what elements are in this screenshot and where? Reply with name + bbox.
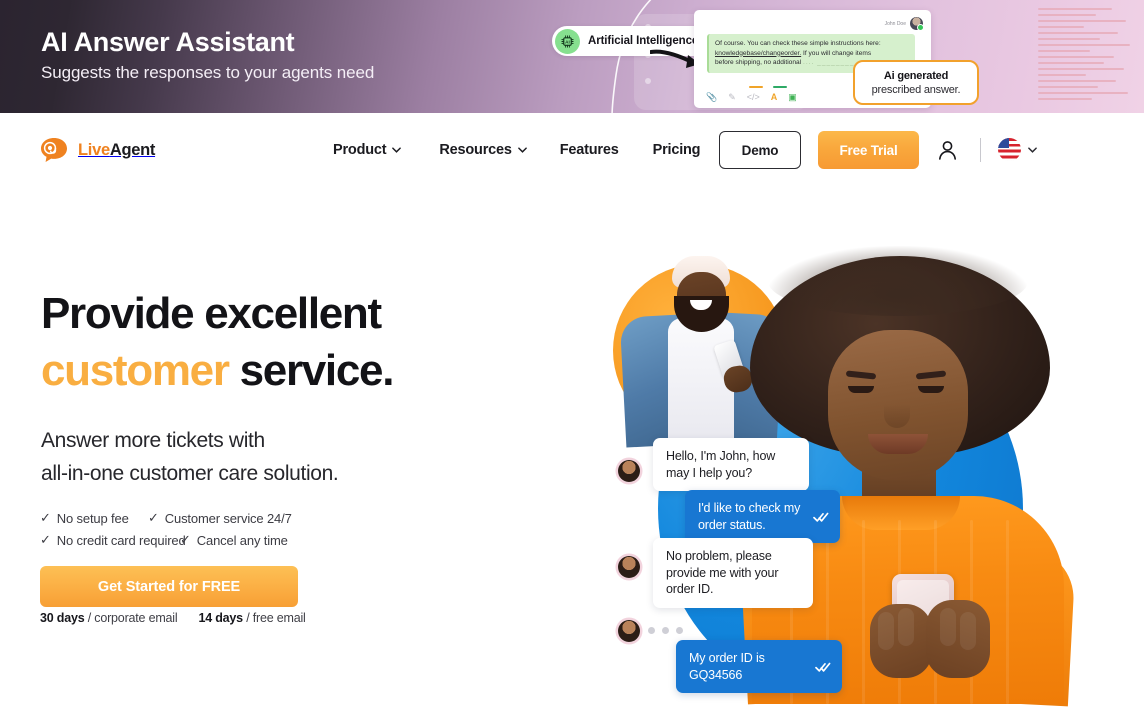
chat-mock-line-3-text: before shipping, no additional bbox=[715, 59, 802, 67]
nav-divider bbox=[980, 138, 981, 162]
nav-item-pricing[interactable]: Pricing bbox=[653, 142, 701, 158]
chat-bubble-agent: Hello, I'm John, how may I help you? bbox=[653, 438, 809, 491]
trial-note-a: 30 days / corporate email bbox=[40, 611, 178, 625]
promo-text-block: AI Answer Assistant Suggests the respons… bbox=[41, 26, 374, 85]
hero-illustration: Hello, I'm John, how may I help you? I'd… bbox=[600, 246, 1080, 707]
check-icon: ✓ bbox=[180, 532, 191, 547]
logo-live-text: Live bbox=[78, 140, 110, 159]
language-selector[interactable] bbox=[998, 138, 1037, 161]
perk-item: ✓ No credit card required bbox=[40, 532, 186, 548]
landing-page: AI Answer Assistant Suggests the respons… bbox=[0, 0, 1144, 715]
chevron-down-icon bbox=[1028, 146, 1037, 153]
chevron-down-icon bbox=[517, 147, 527, 153]
read-receipt-icon bbox=[815, 662, 831, 672]
ai-tooltip-subtitle: prescribed answer. bbox=[871, 83, 961, 96]
heading-accent-word: customer bbox=[41, 346, 230, 395]
trial-text-free: / free email bbox=[246, 611, 306, 625]
perks-row: ✓ No credit card required ✓ Cancel any t… bbox=[40, 529, 292, 551]
text-format-icon[interactable]: A bbox=[771, 92, 778, 102]
svg-text:AI: AI bbox=[565, 39, 570, 44]
nav-label-product: Product bbox=[333, 142, 387, 158]
user-icon[interactable] bbox=[938, 140, 957, 160]
perk-label: No credit card required bbox=[56, 532, 186, 548]
perk-item: ✓ Customer service 24/7 bbox=[148, 510, 292, 526]
ai-generated-tooltip: Ai generated prescribed answer. bbox=[853, 60, 979, 105]
lede-line-1: Answer more tickets with bbox=[41, 429, 265, 452]
free-trial-button[interactable]: Free Trial bbox=[818, 131, 919, 169]
perks-list: ✓ No setup fee ✓ Customer service 24/7 ✓… bbox=[40, 507, 292, 551]
chat-mock-line-2: knowledgebase/changeorder. If you will c… bbox=[715, 49, 909, 59]
nav-label-features: Features bbox=[559, 142, 619, 158]
chat-mock-avatar bbox=[910, 17, 924, 31]
promo-banner[interactable]: AI Answer Assistant Suggests the respons… bbox=[0, 0, 1144, 113]
perk-item: ✓ No setup fee bbox=[40, 510, 148, 526]
page-title: Provide excellent customer service. bbox=[41, 285, 561, 399]
agent-avatar bbox=[618, 620, 640, 642]
ai-badge-label: Artificial Intelligence bbox=[588, 35, 699, 47]
check-icon: ✓ bbox=[148, 510, 159, 525]
chat-mock-line-2-rest: If you will change items bbox=[803, 49, 872, 57]
chat-bubble-customer: My order ID is GQ34566 bbox=[676, 640, 842, 693]
chat-mock-author: John Doe bbox=[884, 17, 924, 31]
code-icon[interactable]: </> bbox=[747, 92, 760, 102]
demo-button[interactable]: Demo bbox=[719, 131, 801, 169]
ai-icon[interactable]: ▣ bbox=[788, 92, 797, 102]
heading-line-2-rest: service. bbox=[228, 346, 395, 395]
us-flag-icon bbox=[998, 138, 1021, 161]
chat-bubble-agent: No problem, please provide me with your … bbox=[653, 538, 813, 608]
trial-note-b: 14 days / free email bbox=[198, 611, 305, 625]
pencil-icon[interactable]: ✎ bbox=[728, 92, 736, 102]
chat-mock-link[interactable]: knowledgebase/changeorder. bbox=[715, 50, 801, 57]
perk-label: Customer service 24/7 bbox=[164, 510, 292, 526]
liveagent-logo[interactable]: LiveAgent bbox=[40, 137, 155, 163]
perks-row: ✓ No setup fee ✓ Customer service 24/7 bbox=[40, 507, 292, 529]
nav-item-product[interactable]: Product bbox=[333, 142, 402, 158]
agent-avatar bbox=[618, 556, 640, 578]
chat-mock-line-1: Of course. You can check these simple in… bbox=[715, 40, 881, 47]
trial-note: 30 days / corporate email 14 days / free… bbox=[40, 611, 306, 625]
chat-bubble-customer: I'd like to check my order status. bbox=[685, 490, 840, 543]
get-started-button[interactable]: Get Started for FREE bbox=[40, 566, 298, 607]
read-receipt-icon bbox=[813, 512, 829, 522]
hero-lede: Answer more tickets with all-in-one cust… bbox=[41, 424, 521, 490]
perk-item: ✓ Cancel any time bbox=[180, 532, 288, 548]
nav-links: Product Resources Features Pricing bbox=[333, 137, 701, 163]
promo-subtitle: Suggests the responses to your agents ne… bbox=[41, 63, 375, 82]
nav-label-pricing: Pricing bbox=[652, 142, 701, 158]
agent-avatar bbox=[618, 460, 640, 482]
ai-chip-icon: AI bbox=[555, 28, 580, 54]
chat-message-text: My order ID is GQ34566 bbox=[689, 651, 765, 682]
at-speech-bubble-icon bbox=[40, 137, 70, 163]
perk-label: No setup fee bbox=[56, 510, 129, 526]
chat-mock-toolbar[interactable]: 📎 ✎ </> A ▣ bbox=[706, 92, 797, 102]
chat-message-text: Hello, I'm John, how may I help you? bbox=[666, 449, 776, 480]
format-bar-orange bbox=[749, 86, 763, 88]
chat-message-text: No problem, please provide me with your … bbox=[666, 549, 779, 596]
check-icon: ✓ bbox=[40, 532, 51, 547]
chevron-down-icon bbox=[392, 147, 402, 153]
nav-item-resources[interactable]: Resources bbox=[439, 142, 527, 158]
perk-label: Cancel any time bbox=[196, 532, 288, 548]
code-texture bbox=[1032, 0, 1144, 113]
trial-days-14: 14 days bbox=[198, 611, 243, 625]
chat-message-text: I'd like to check my order status. bbox=[698, 501, 801, 532]
nav-label-resources: Resources bbox=[439, 142, 512, 158]
nav-item-features[interactable]: Features bbox=[560, 142, 619, 158]
logo-agent-text: Agent bbox=[109, 140, 156, 159]
format-bar-green bbox=[773, 86, 787, 88]
ai-tooltip-title: Ai generated bbox=[883, 69, 949, 82]
paperclip-icon[interactable]: 📎 bbox=[706, 92, 717, 102]
trial-text-corporate: / corporate email bbox=[87, 611, 178, 625]
promo-title: AI Answer Assistant bbox=[41, 27, 295, 57]
trial-days-30: 30 days bbox=[40, 611, 85, 625]
typing-indicator bbox=[648, 627, 683, 634]
lede-line-2: all-in-one customer care solution. bbox=[41, 462, 339, 485]
heading-line-1: Provide excellent bbox=[41, 289, 382, 338]
logo-wordmark: LiveAgent bbox=[78, 141, 155, 160]
chat-mock-author-name: John Doe bbox=[884, 20, 906, 27]
check-icon: ✓ bbox=[40, 510, 51, 525]
